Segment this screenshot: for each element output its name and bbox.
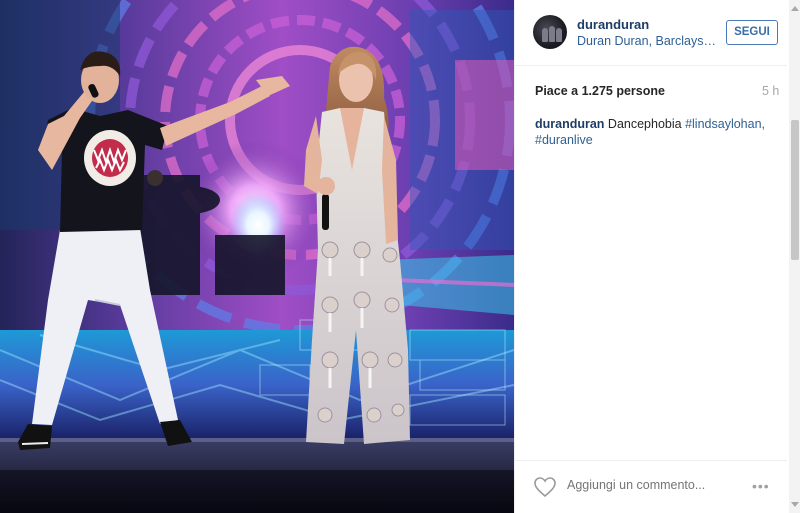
follow-button[interactable]: SEGUI <box>726 20 778 45</box>
post-footer: ••• <box>515 460 787 513</box>
scroll-down-icon[interactable] <box>791 502 799 507</box>
more-options-icon[interactable]: ••• <box>752 478 770 494</box>
caption-username-link[interactable]: duranduran <box>535 117 604 131</box>
scroll-up-icon[interactable] <box>791 6 799 11</box>
post-caption: duranduran Dancephobia #lindsaylohan, #d… <box>535 116 780 148</box>
post-timestamp[interactable]: 5 h <box>762 84 779 98</box>
concert-stage-image <box>0 0 514 513</box>
instagram-post-view: duranduran Duran Duran, Barclays… SEGUI … <box>0 0 800 513</box>
caption-line: duranduran Dancephobia #lindsaylohan, <box>535 116 780 132</box>
avatar-figure <box>542 28 548 42</box>
post-side-panel: duranduran Duran Duran, Barclays… SEGUI … <box>514 0 800 513</box>
hashtag-link[interactable]: #duranlive <box>535 132 780 148</box>
caption-text: Dancephobia <box>604 117 686 131</box>
post-header: duranduran Duran Duran, Barclays… SEGUI <box>515 0 787 66</box>
heart-outline-icon[interactable] <box>533 476 557 498</box>
avatar[interactable] <box>533 15 567 49</box>
scrollbar-thumb[interactable] <box>791 120 799 260</box>
location-link[interactable]: Duran Duran, Barclays… <box>577 34 716 48</box>
username-link[interactable]: duranduran <box>577 17 649 32</box>
scrollbar[interactable] <box>789 0 800 513</box>
post-photo[interactable] <box>0 0 514 513</box>
avatar-figure <box>549 26 555 42</box>
add-comment-input[interactable] <box>567 478 737 492</box>
hashtag-link[interactable]: #lindsaylohan, <box>685 117 765 131</box>
avatar-figure <box>556 28 562 42</box>
likes-count[interactable]: Piace a 1.275 persone <box>535 84 665 98</box>
